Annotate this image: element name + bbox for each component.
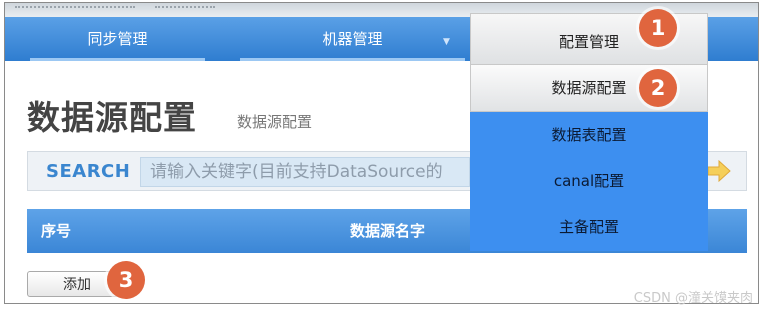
app-window: 同步管理 机器管理 ▼ 数据源配置 数据源配置 SEARCH 序号 数据源名字 … — [4, 2, 759, 304]
step-marker-3: 3 — [107, 261, 145, 299]
nav-item-sync-management[interactable]: 同步管理 — [30, 17, 205, 61]
menu-item-master-slave-config[interactable]: 主备配置 — [470, 204, 708, 251]
watermark: CSDN @潼关馍夹肉 — [633, 291, 753, 306]
header-decoration — [15, 6, 135, 14]
page-subtitle: 数据源配置 — [237, 113, 313, 131]
nav-item-machine-management[interactable]: 机器管理 — [240, 17, 465, 61]
arrow-right-icon[interactable] — [706, 160, 732, 182]
menu-item-canal-config[interactable]: canal配置 — [470, 158, 708, 204]
search-input[interactable] — [140, 157, 470, 187]
step-marker-2: 2 — [639, 69, 677, 107]
column-header-index: 序号 — [41, 222, 72, 240]
column-header-datasource-name: 数据源名字 — [350, 222, 426, 240]
caret-down-icon: ▼ — [443, 37, 450, 47]
step-marker-1: 1 — [639, 9, 677, 47]
config-management-dropdown: 配置管理 数据源配置 数据表配置 canal配置 主备配置 — [470, 13, 708, 251]
header-decoration — [155, 6, 215, 14]
search-label: SEARCH — [46, 161, 131, 182]
menu-item-table-config[interactable]: 数据表配置 — [470, 112, 708, 158]
page-title: 数据源配置 — [27, 98, 197, 137]
